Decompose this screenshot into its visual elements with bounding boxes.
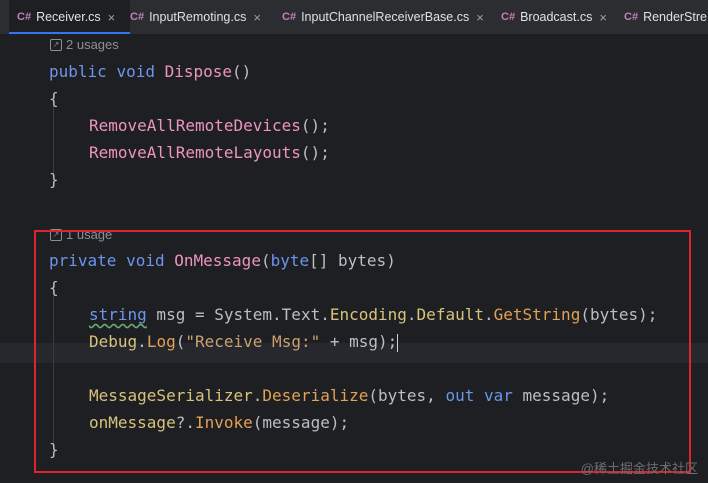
tab-inputchannelreceiverbase-cs[interactable]: C# InputChannelReceiverBase.cs × [282, 0, 484, 34]
code-line-2: { [49, 89, 59, 108]
tab-inputremoting-cs[interactable]: C# InputRemoting.cs × [130, 0, 261, 34]
csharp-file-icon: C# [501, 11, 516, 23]
tab-receiver-cs[interactable]: C# Receiver.cs × [9, 0, 130, 34]
code-line-3: RemoveAllRemoteDevices(); [89, 116, 330, 135]
tab-label: Receiver.cs [36, 10, 101, 24]
close-icon[interactable]: × [253, 10, 261, 25]
code-line-1: public void Dispose() [49, 62, 252, 81]
close-icon[interactable]: × [108, 10, 116, 25]
code-line-5: } [49, 170, 59, 189]
tab-label: InputChannelReceiverBase.cs [301, 10, 470, 24]
highlight-box [34, 230, 691, 473]
editor-tab-bar: C# Receiver.cs × C# InputRemoting.cs × C… [0, 0, 708, 35]
code-line-4: RemoveAllRemoteLayouts(); [89, 143, 330, 162]
csharp-file-icon: C# [130, 11, 145, 23]
tab-label: RenderStre [643, 10, 707, 24]
usages-hint-dispose[interactable]: ↗ 2 usages [50, 37, 119, 52]
csharp-file-icon: C# [17, 11, 32, 23]
close-icon[interactable]: × [476, 10, 484, 25]
csharp-file-icon: C# [282, 11, 297, 23]
tab-label: InputRemoting.cs [149, 10, 247, 24]
indent-guide [53, 106, 54, 179]
code-editor[interactable]: ↗ 2 usages public void Dispose() { Remov… [0, 35, 708, 483]
watermark: @稀土掘金技术社区 [580, 461, 698, 476]
close-icon[interactable]: × [599, 10, 607, 25]
tab-renderstreaming-cs[interactable]: C# RenderStre [624, 0, 707, 34]
csharp-file-icon: C# [624, 11, 639, 23]
jump-to-usages-icon: ↗ [50, 38, 62, 51]
tab-label: Broadcast.cs [520, 10, 593, 24]
tab-broadcast-cs[interactable]: C# Broadcast.cs × [501, 0, 607, 34]
